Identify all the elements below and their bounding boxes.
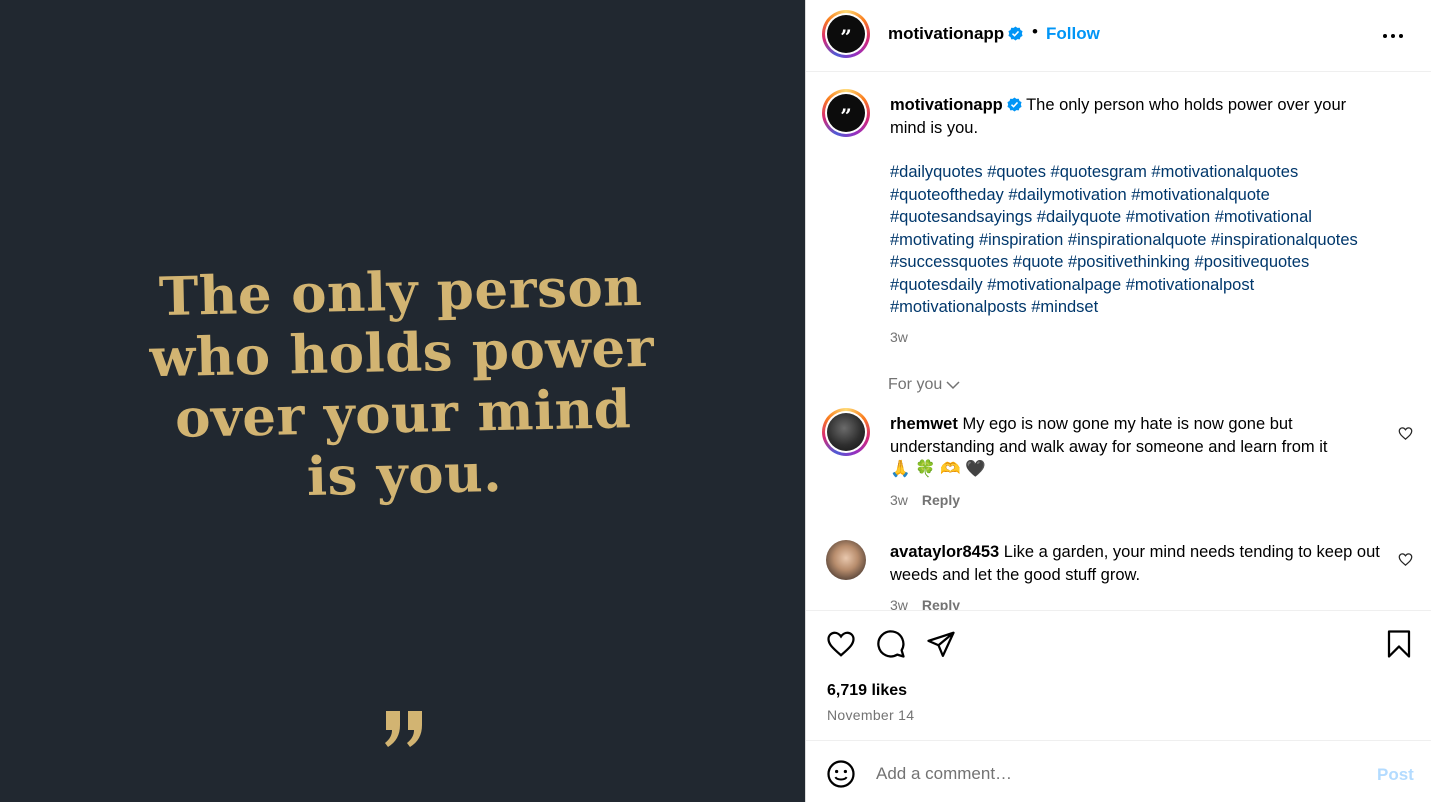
avatar[interactable]: ”: [822, 89, 870, 137]
comment-icon[interactable]: [876, 629, 906, 659]
comment-emojis: 🙏 🍀 🫶 🖤: [890, 460, 986, 478]
commenter-photo: [827, 413, 865, 451]
post-side-panel: ” motivationapp • Follow ” motivationapp…: [805, 0, 1431, 802]
follow-button[interactable]: Follow: [1046, 24, 1100, 44]
emoji-icon[interactable]: [826, 759, 856, 789]
comment-meta: 3w Reply: [890, 492, 960, 508]
like-comment-heart-icon[interactable]: [1398, 426, 1413, 441]
verified-badge-icon: [1007, 97, 1022, 112]
separator-dot: •: [1032, 22, 1038, 41]
quote-image-text: The only person who holds power over you…: [0, 254, 807, 515]
comment-input[interactable]: [876, 761, 1356, 787]
like-heart-icon[interactable]: [826, 629, 856, 659]
commenter-avatar[interactable]: [822, 408, 870, 456]
more-options-icon[interactable]: [1381, 24, 1405, 48]
comment-bar: Post: [806, 740, 1431, 802]
reply-button[interactable]: Reply: [922, 597, 960, 610]
like-comment-heart-icon[interactable]: [1398, 552, 1413, 567]
post-date[interactable]: November 14: [827, 707, 914, 723]
avatar-glyph: ”: [827, 94, 865, 132]
header-username-link[interactable]: motivationapp: [888, 24, 1023, 44]
comment-sort-dropdown[interactable]: For you: [888, 376, 960, 394]
comment-text: rhemwet My ego is now gone my hate is no…: [890, 413, 1385, 481]
sort-label: For you: [888, 376, 943, 393]
commenter-avatar[interactable]: [826, 540, 866, 580]
chevron-down-icon: [946, 381, 960, 390]
comment-meta: 3w Reply: [890, 597, 960, 610]
comments-list[interactable]: ” motivationapp The only person who hold…: [806, 73, 1431, 610]
caption-username[interactable]: motivationapp: [890, 96, 1003, 114]
comment-timestamp: 3w: [890, 492, 908, 508]
verified-badge-icon: [1008, 26, 1023, 41]
comment-username[interactable]: avataylor8453: [890, 543, 999, 561]
avatar[interactable]: ”: [822, 10, 870, 58]
post-actions: 6,719 likes November 14: [806, 610, 1431, 740]
post-header: ” motivationapp • Follow: [806, 0, 1431, 72]
comment-text: avataylor8453 Like a garden, your mind n…: [890, 541, 1385, 586]
likes-count[interactable]: 6,719 likes: [827, 682, 907, 700]
username[interactable]: motivationapp: [888, 24, 1004, 43]
reply-button[interactable]: Reply: [922, 492, 960, 508]
quote-mark-icon: [385, 711, 422, 747]
caption-timestamp: 3w: [890, 329, 908, 345]
post-image[interactable]: The only person who holds power over you…: [0, 0, 805, 802]
bookmark-icon[interactable]: [1384, 629, 1414, 659]
comment-timestamp: 3w: [890, 597, 908, 610]
post-comment-button[interactable]: Post: [1377, 765, 1414, 785]
caption-text: motivationapp The only person who holds …: [890, 94, 1385, 319]
avatar-glyph: ”: [827, 15, 865, 53]
caption-hashtags[interactable]: #dailyquotes #quotes #quotesgram #motiva…: [890, 161, 1385, 319]
share-icon[interactable]: [926, 629, 956, 659]
comment-username[interactable]: rhemwet: [890, 415, 958, 433]
